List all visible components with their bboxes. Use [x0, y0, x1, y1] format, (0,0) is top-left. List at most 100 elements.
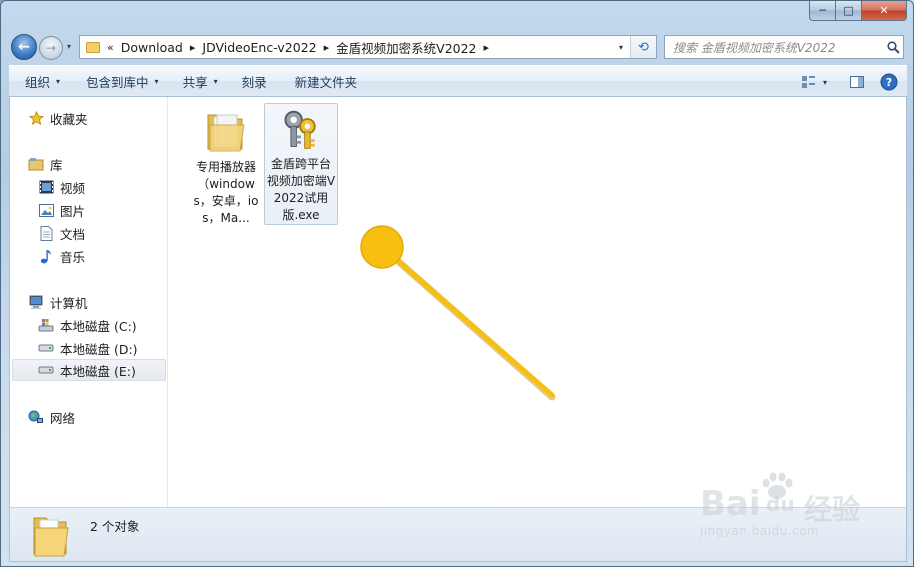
- chevron-down-icon: ▾: [56, 76, 61, 86]
- breadcrumb-download[interactable]: Download: [121, 40, 183, 55]
- chevron-down-icon: ▾: [213, 76, 218, 86]
- search-icon[interactable]: [883, 40, 903, 54]
- nav-label: 音乐: [60, 249, 86, 265]
- minimize-button[interactable]: ─: [809, 1, 836, 21]
- include-library-label: 包含到库中: [86, 74, 149, 90]
- watermark-url: jingyan.baidu.com: [700, 524, 820, 538]
- breadcrumb-separator[interactable]: ▸: [484, 41, 490, 54]
- file-list: 专用播放器（windows，安卓，ios，Ma... 金盾跨平台视频加密端V20…: [168, 97, 906, 507]
- video-icon: [38, 179, 54, 195]
- organize-menu[interactable]: 组织 ▾: [9, 72, 70, 91]
- address-bar[interactable]: « Download ▸ JDVideoEnc-v2022 ▸ 金盾视频加密系统…: [79, 35, 657, 59]
- nav-drive-c[interactable]: 本地磁盘 (C:): [38, 314, 137, 336]
- navigation-pane: 收藏夹 库 视频 图片 文档 音乐 计算机 本地磁盘 (C:) 本地磁盘 (D:…: [10, 97, 168, 507]
- computer-icon: [28, 294, 44, 310]
- nav-label: 计算机: [50, 295, 88, 311]
- view-options-dropdown[interactable]: ▾: [823, 78, 827, 87]
- star-icon: [28, 110, 44, 126]
- breadcrumb-current[interactable]: 金盾视频加密系统V2022: [336, 38, 476, 57]
- breadcrumb-jdvideoenc[interactable]: JDVideoEnc-v2022: [202, 40, 316, 55]
- system-drive-icon: [38, 317, 54, 333]
- item-count: 2 个对象: [90, 519, 140, 534]
- view-controls: ▾ ?: [797, 70, 901, 94]
- nav-videos[interactable]: 视频: [38, 176, 85, 198]
- watermark-brand: 经验: [804, 493, 861, 526]
- close-icon: ✕: [879, 4, 889, 17]
- maximize-icon: □: [843, 4, 854, 17]
- search-input[interactable]: 搜索 金盾视频加密系统V2022: [673, 39, 883, 56]
- command-bar: 组织 ▾ 包含到库中 ▾ 共享 ▾ 刻录 新建文件夹 ▾ ?: [9, 65, 907, 97]
- nav-label: 本地磁盘 (D:): [60, 341, 138, 357]
- file-item-exe[interactable]: 金盾跨平台视频加密端V2022试用版.exe: [264, 103, 338, 225]
- nav-libraries[interactable]: 库: [28, 153, 63, 175]
- back-arrow-icon: ←: [18, 39, 30, 55]
- file-name: 金盾跨平台视频加密端V2022试用版.exe: [266, 157, 336, 222]
- breadcrumb-separator[interactable]: ▸: [190, 41, 196, 54]
- new-folder-button[interactable]: 新建文件夹: [285, 72, 368, 91]
- nav-drive-e[interactable]: 本地磁盘 (E:): [12, 359, 166, 381]
- nav-label: 库: [50, 157, 63, 173]
- watermark-brand: Bai: [700, 484, 761, 524]
- hard-drive-icon: [38, 362, 54, 378]
- nav-label: 本地磁盘 (C:): [60, 318, 137, 334]
- search-box[interactable]: 搜索 金盾视频加密系统V2022: [664, 35, 904, 59]
- content-area: 收藏夹 库 视频 图片 文档 音乐 计算机 本地磁盘 (C:) 本地磁盘 (D:…: [9, 97, 907, 507]
- library-icon: [28, 156, 44, 172]
- preview-pane-button[interactable]: [845, 70, 869, 94]
- watermark-brand: du: [766, 492, 795, 516]
- breadcrumb-separator[interactable]: ▸: [324, 41, 330, 54]
- hard-drive-icon: [38, 340, 54, 356]
- refresh-icon: ⟲: [638, 39, 649, 55]
- forward-button[interactable]: →: [39, 36, 63, 60]
- burn-button[interactable]: 刻录: [232, 72, 277, 91]
- forward-arrow-icon: →: [45, 41, 57, 55]
- svg-text:?: ?: [886, 76, 892, 89]
- recent-pages-dropdown[interactable]: ▾: [67, 42, 71, 51]
- chevron-down-icon: ▾: [154, 76, 159, 86]
- organize-label: 组织: [25, 74, 51, 90]
- nav-drive-d[interactable]: 本地磁盘 (D:): [38, 337, 138, 359]
- nav-label: 图片: [60, 203, 86, 219]
- folder-icon: [207, 114, 245, 152]
- network-icon: [28, 409, 44, 425]
- nav-documents[interactable]: 文档: [38, 222, 85, 244]
- burn-label: 刻录: [241, 74, 267, 90]
- breadcrumb-overflow[interactable]: «: [107, 41, 114, 54]
- view-grid-icon: [801, 76, 815, 88]
- file-item-folder[interactable]: 专用播放器（windows，安卓，ios，Ma...: [189, 103, 263, 227]
- nav-favorites[interactable]: 收藏夹: [28, 107, 88, 129]
- help-button[interactable]: ?: [877, 70, 901, 94]
- caption-buttons: ─ □ ✕: [809, 1, 907, 21]
- minimize-icon: ─: [819, 4, 826, 17]
- baidu-watermark: Bai du 经验 jingyan.baidu.com: [700, 470, 870, 550]
- new-folder-label: 新建文件夹: [294, 74, 358, 90]
- include-in-library-menu[interactable]: 包含到库中 ▾: [76, 72, 169, 91]
- nav-label: 视频: [60, 180, 86, 196]
- back-button[interactable]: ←: [11, 34, 37, 60]
- document-icon: [38, 225, 54, 241]
- address-dropdown[interactable]: ▾: [612, 36, 630, 58]
- maximize-button[interactable]: □: [836, 1, 862, 21]
- refresh-button[interactable]: ⟲: [630, 36, 656, 58]
- close-button[interactable]: ✕: [862, 1, 907, 21]
- nav-pictures[interactable]: 图片: [38, 199, 85, 221]
- nav-label: 收藏夹: [50, 111, 88, 127]
- file-name: 专用播放器（windows，安卓，ios，Ma...: [193, 160, 259, 225]
- music-note-icon: [38, 248, 54, 264]
- nav-music[interactable]: 音乐: [38, 245, 85, 267]
- nav-label: 文档: [60, 226, 86, 242]
- share-menu[interactable]: 共享 ▾: [173, 72, 228, 91]
- preview-pane-icon: [850, 76, 864, 88]
- folder-icon: [86, 41, 100, 53]
- help-icon: ?: [880, 73, 898, 91]
- nav-label: 本地磁盘 (E:): [60, 363, 136, 379]
- navigation-bar: ← → ▾ « Download ▸ JDVideoEnc-v2022 ▸ 金盾…: [1, 31, 913, 63]
- nav-network[interactable]: 网络: [28, 406, 75, 428]
- keys-icon: [284, 110, 316, 149]
- change-view-button[interactable]: [797, 70, 821, 94]
- folder-icon: [33, 517, 69, 557]
- nav-label: 网络: [50, 410, 76, 426]
- nav-computer[interactable]: 计算机: [28, 291, 88, 313]
- picture-icon: [38, 202, 54, 218]
- share-label: 共享: [182, 74, 208, 90]
